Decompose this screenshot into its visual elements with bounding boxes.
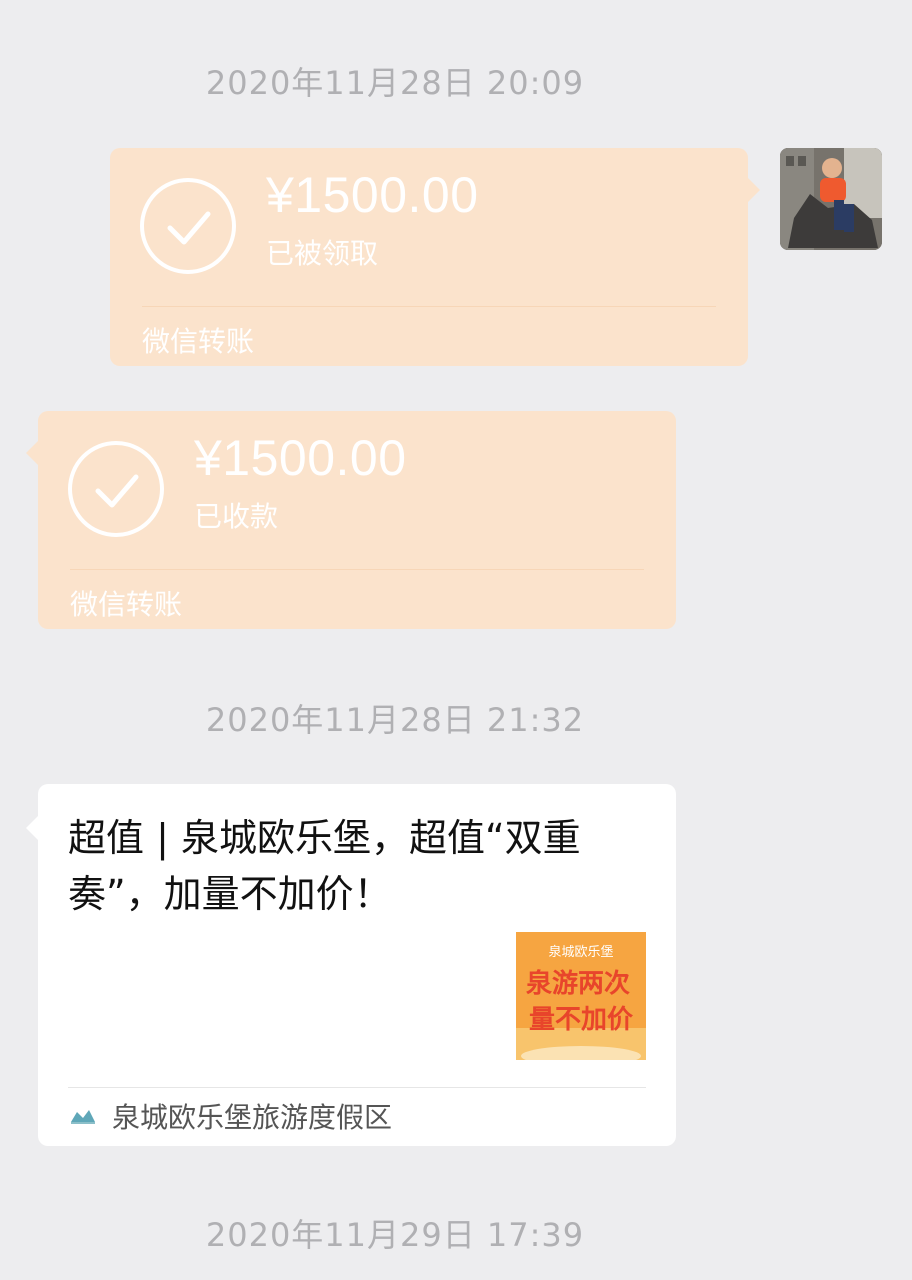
divider [68, 1087, 646, 1088]
article-source: 泉城欧乐堡旅游度假区 [68, 1096, 392, 1136]
article-thumbnail: 泉城欧乐堡 泉游两次 量不加价 [516, 932, 646, 1060]
article-source-name: 泉城欧乐堡旅游度假区 [112, 1101, 393, 1134]
thumbnail-text-middle: 泉游两次 [526, 968, 630, 999]
timestamp: 2020年11月28日 21:32 [205, 701, 585, 739]
transfer-status: 已被领取 [266, 237, 379, 270]
transfer-brand-label: 微信转账 [70, 588, 183, 621]
transfer-bubble-received[interactable]: ¥1500.00 已收款 微信转账 [26, 411, 676, 629]
timestamp: 2020年11月29日 17:39 [205, 1216, 585, 1254]
article-card[interactable]: 超值 | 泉城欧乐堡，超值“双重奏”，加量不加价！ 泉城欧乐堡 泉游两次 量不加… [26, 784, 676, 1146]
chat-view: 2020年11月28日 20:09 ¥1500.00 已被领取 微信转账 ¥15… [0, 0, 912, 1280]
thumbnail-text-bottom: 量不加价 [529, 1005, 634, 1035]
transfer-status: 已收款 [194, 500, 279, 533]
divider [142, 306, 716, 307]
timestamp: 2020年11月28日 20:09 [205, 64, 585, 102]
transfer-amount: ¥1500.00 [266, 167, 479, 223]
check-circle-icon [140, 178, 236, 274]
divider [70, 569, 644, 570]
thumbnail-text-top: 泉城欧乐堡 [548, 944, 613, 960]
transfer-brand-label: 微信转账 [142, 325, 255, 358]
check-circle-icon [68, 441, 164, 537]
avatar[interactable] [780, 148, 882, 250]
transfer-amount: ¥1500.00 [194, 430, 407, 486]
article-title: 超值 | 泉城欧乐堡，超值“双重奏”，加量不加价！ [68, 816, 581, 916]
transfer-bubble-sent[interactable]: ¥1500.00 已被领取 微信转账 [110, 148, 760, 366]
castle-logo-icon [71, 1110, 95, 1124]
